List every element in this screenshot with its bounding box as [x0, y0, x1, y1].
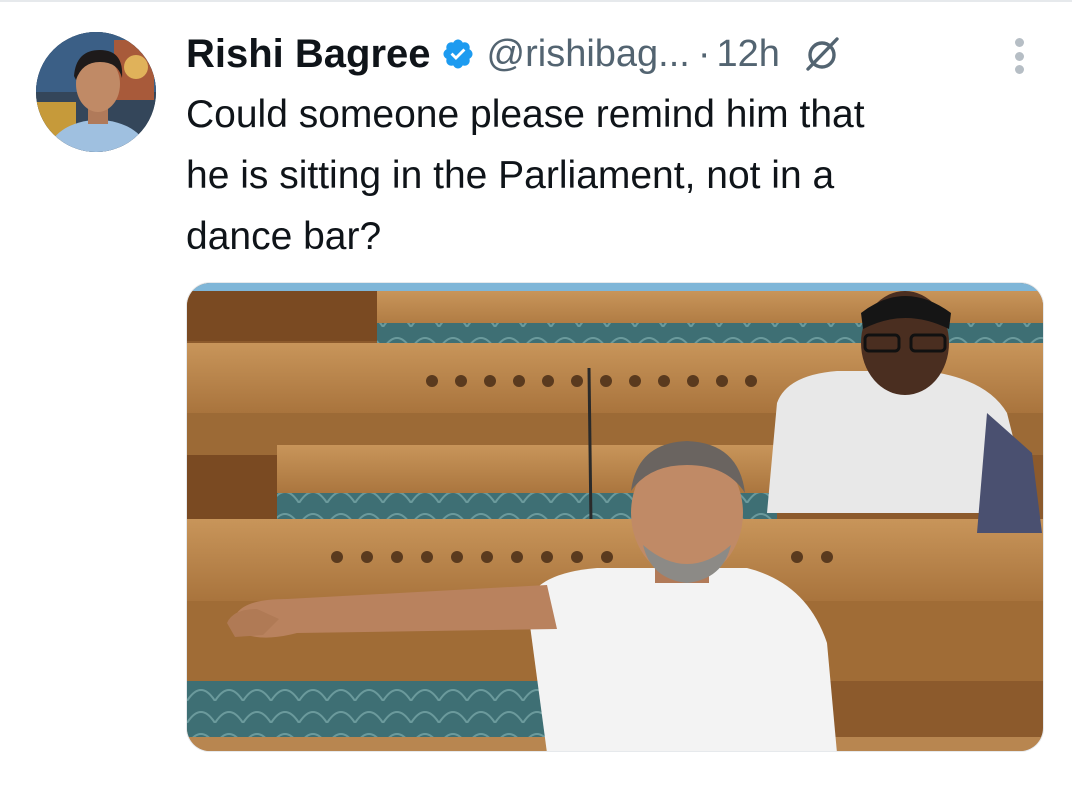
avatar-image [36, 32, 156, 152]
tweet-text-line: Could someone please remind him that [186, 93, 865, 136]
separator-dot: · [697, 32, 711, 75]
more-options-icon[interactable] [1004, 36, 1034, 76]
tweet-text: Could someone please remind him that he … [186, 84, 1036, 267]
top-divider [0, 0, 1072, 2]
tweet-header: Rishi Bagree @rishibag... · 12h [186, 28, 842, 80]
tweet-media-photo[interactable] [186, 282, 1044, 752]
tweet-text-line: dance bar? [186, 215, 382, 258]
avatar[interactable] [36, 32, 156, 152]
tweet-text-line: he is sitting in the Parliament, not in … [186, 154, 835, 197]
more-dot [1014, 38, 1024, 47]
more-dot [1014, 65, 1024, 74]
more-dot [1014, 51, 1024, 61]
parliament-photo [187, 283, 1043, 751]
grok-icon[interactable] [802, 34, 842, 74]
timestamp[interactable]: 12h [717, 33, 780, 76]
author-name[interactable]: Rishi Bagree [186, 32, 431, 77]
verified-badge-icon[interactable] [441, 37, 475, 71]
author-handle[interactable]: @rishibag... [487, 33, 690, 76]
